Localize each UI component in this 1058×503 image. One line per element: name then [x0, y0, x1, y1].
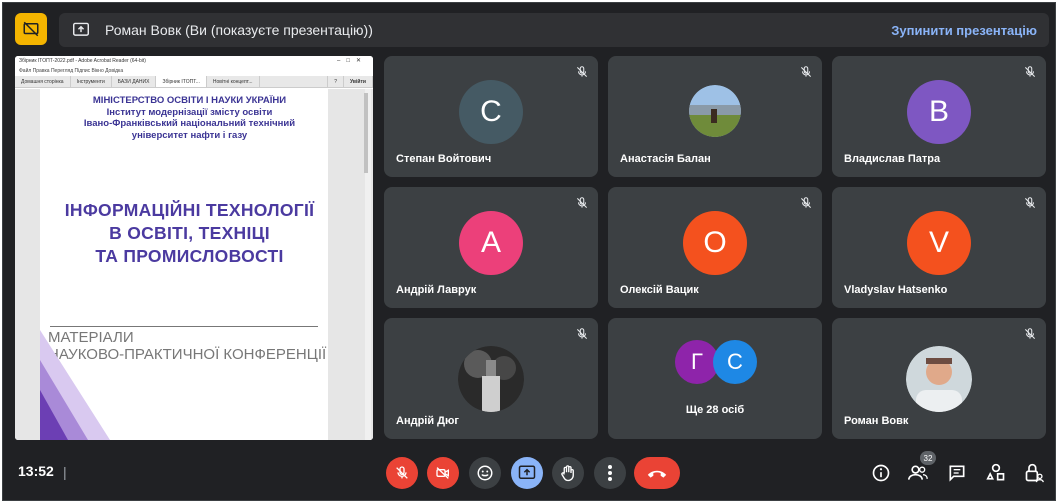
mic-toggle-button[interactable]	[386, 457, 418, 489]
reactions-button[interactable]	[469, 457, 501, 489]
shared-screen: Збірник ITOПТ-2022.pdf - Adobe Acrobat R…	[15, 56, 373, 440]
conference-title-line: ТА ПРОМИСЛОВОСТІ	[95, 246, 284, 266]
shared-tab: БАЗИ ДАНИХ	[112, 76, 157, 87]
shared-tab: Домашня сторінка	[15, 76, 71, 87]
mic-off-icon	[576, 197, 588, 209]
purple-decoration	[40, 330, 110, 440]
participant-tile[interactable]: О Олексій Вацик	[608, 187, 822, 308]
ministry-line: Івано-Франківський національний технічни…	[83, 118, 296, 129]
more-vert-icon	[608, 465, 612, 481]
avatar: С	[459, 79, 523, 144]
presenting-indicator-icon[interactable]	[15, 13, 47, 45]
participant-name: Vladyslav Hatsenko	[844, 284, 948, 296]
host-controls-button[interactable]	[1022, 461, 1046, 485]
stop-presenting-button[interactable]: Зупинити презентацію	[891, 23, 1037, 38]
shared-help: ?	[327, 76, 345, 87]
participant-name: Олексій Вацик	[620, 284, 699, 296]
present-button[interactable]	[511, 457, 543, 489]
chat-icon	[949, 465, 965, 482]
participant-name: Владислав Патра	[844, 153, 941, 165]
mic-off-icon	[396, 466, 408, 479]
shared-tab: Збірник ITOПТ...	[156, 76, 207, 87]
window-controls: –□✕	[337, 58, 367, 64]
participant-tile[interactable]: С Степан Войтович	[384, 56, 598, 177]
avatar-photo	[906, 345, 972, 412]
participant-tile[interactable]: Роман Вовк	[832, 318, 1046, 439]
avatar: V	[907, 210, 971, 275]
lock-person-icon	[1025, 463, 1044, 483]
emoji-icon	[477, 465, 493, 481]
others-tile[interactable]: Г С Ще 28 осіб	[608, 318, 822, 439]
present-screen-icon	[71, 20, 91, 40]
participant-tile[interactable]: А Андрій Лаврук	[384, 187, 598, 308]
others-count-label: Ще 28 осіб	[685, 404, 745, 416]
ministry-line: університет нафти і газу	[131, 129, 248, 141]
avatar-photo	[689, 84, 741, 137]
others-avatars: Г С	[675, 340, 757, 384]
participant-tile[interactable]: Анастасія Балан	[608, 56, 822, 177]
info-icon	[872, 464, 890, 482]
meeting-time: 13:52	[18, 463, 54, 479]
meeting-details-button[interactable]	[869, 461, 893, 485]
participants-count-badge: 32	[920, 451, 936, 465]
avatar-photo	[458, 345, 524, 412]
participant-name: Андрій Дюг	[396, 415, 459, 427]
mic-off-icon	[1024, 66, 1036, 78]
mic-off-icon	[576, 66, 588, 78]
conference-title-line: ІНФОРМАЦІЙНІ ТЕХНОЛОГІЇ	[64, 200, 315, 220]
scrollbar	[364, 89, 371, 440]
shared-scroll-area	[328, 89, 373, 440]
avatar: С	[713, 340, 757, 384]
shared-window-title-text: Збірник ITOПТ-2022.pdf - Adobe Acrobat R…	[19, 58, 146, 64]
present-screen-icon	[518, 465, 536, 479]
avatar: А	[459, 210, 523, 275]
shared-window-title: Збірник ITOПТ-2022.pdf - Adobe Acrobat R…	[15, 56, 373, 67]
mic-off-icon	[800, 197, 812, 209]
ministry-line: Інститут модернізації змісту освіти	[106, 106, 273, 118]
shared-signin: Увійти	[344, 76, 373, 87]
avatar: О	[683, 210, 747, 275]
conference-title: ІНФОРМАЦІЙНІ ТЕХНОЛОГІЇ В ОСВІТІ, ТЕХНІЦ…	[40, 199, 339, 268]
presentation-banner: Роман Вовк (Ви (показуєте презентацію)) …	[59, 13, 1049, 47]
shared-tab: Новітні концепт...	[207, 76, 260, 87]
camera-toggle-button[interactable]	[427, 457, 459, 489]
participant-name: Андрій Лаврук	[396, 284, 477, 296]
shared-tabs: Домашня сторінка Інструменти БАЗИ ДАНИХ …	[15, 76, 373, 88]
shared-menu: Файл Правка Перегляд Підпис Вікно Довідк…	[19, 68, 124, 74]
shared-tab: Інструменти	[71, 76, 112, 87]
avatar: В	[907, 79, 971, 144]
hand-icon	[561, 465, 574, 482]
ministry-line: МІНІСТЕРСТВО ОСВІТИ І НАУКИ УКРАЇНИ	[92, 95, 287, 106]
conference-title-line: В ОСВІТІ, ТЕХНІЦІ	[109, 223, 270, 243]
people-icon	[908, 465, 928, 480]
participant-tile[interactable]: V Vladyslav Hatsenko	[832, 187, 1046, 308]
shared-left-pane	[15, 89, 40, 440]
activities-icon	[986, 463, 1005, 481]
participant-name: Степан Войтович	[396, 153, 492, 165]
activities-button[interactable]	[984, 461, 1008, 485]
meet-window: Роман Вовк (Ви (показуєте презентацію)) …	[2, 2, 1056, 501]
participant-name: Анастасія Балан	[620, 153, 711, 165]
more-options-button[interactable]	[594, 457, 626, 489]
participant-name: Роман Вовк	[844, 415, 909, 427]
mic-off-icon	[1024, 197, 1036, 209]
participant-tile[interactable]: Андрій Дюг	[384, 318, 598, 439]
separator: |	[63, 464, 67, 480]
chat-button[interactable]	[945, 461, 969, 485]
participant-tile[interactable]: В Владислав Патра	[832, 56, 1046, 177]
mic-off-icon	[1024, 328, 1036, 340]
raise-hand-button[interactable]	[552, 457, 584, 489]
ministry-header: МІНІСТЕРСТВО ОСВІТИ І НАУКИ УКРАЇНИ Інст…	[40, 95, 339, 141]
camera-off-icon	[436, 467, 449, 479]
hang-up-icon	[647, 470, 667, 478]
mic-off-icon	[800, 66, 812, 78]
presenter-title: Роман Вовк (Ви (показуєте презентацію))	[105, 22, 373, 38]
scrollbar-thumb	[364, 93, 368, 173]
mic-off-icon	[576, 328, 588, 340]
leave-call-button[interactable]	[634, 457, 680, 489]
pdf-page: МІНІСТЕРСТВО ОСВІТИ І НАУКИ УКРАЇНИ Інст…	[40, 89, 339, 440]
